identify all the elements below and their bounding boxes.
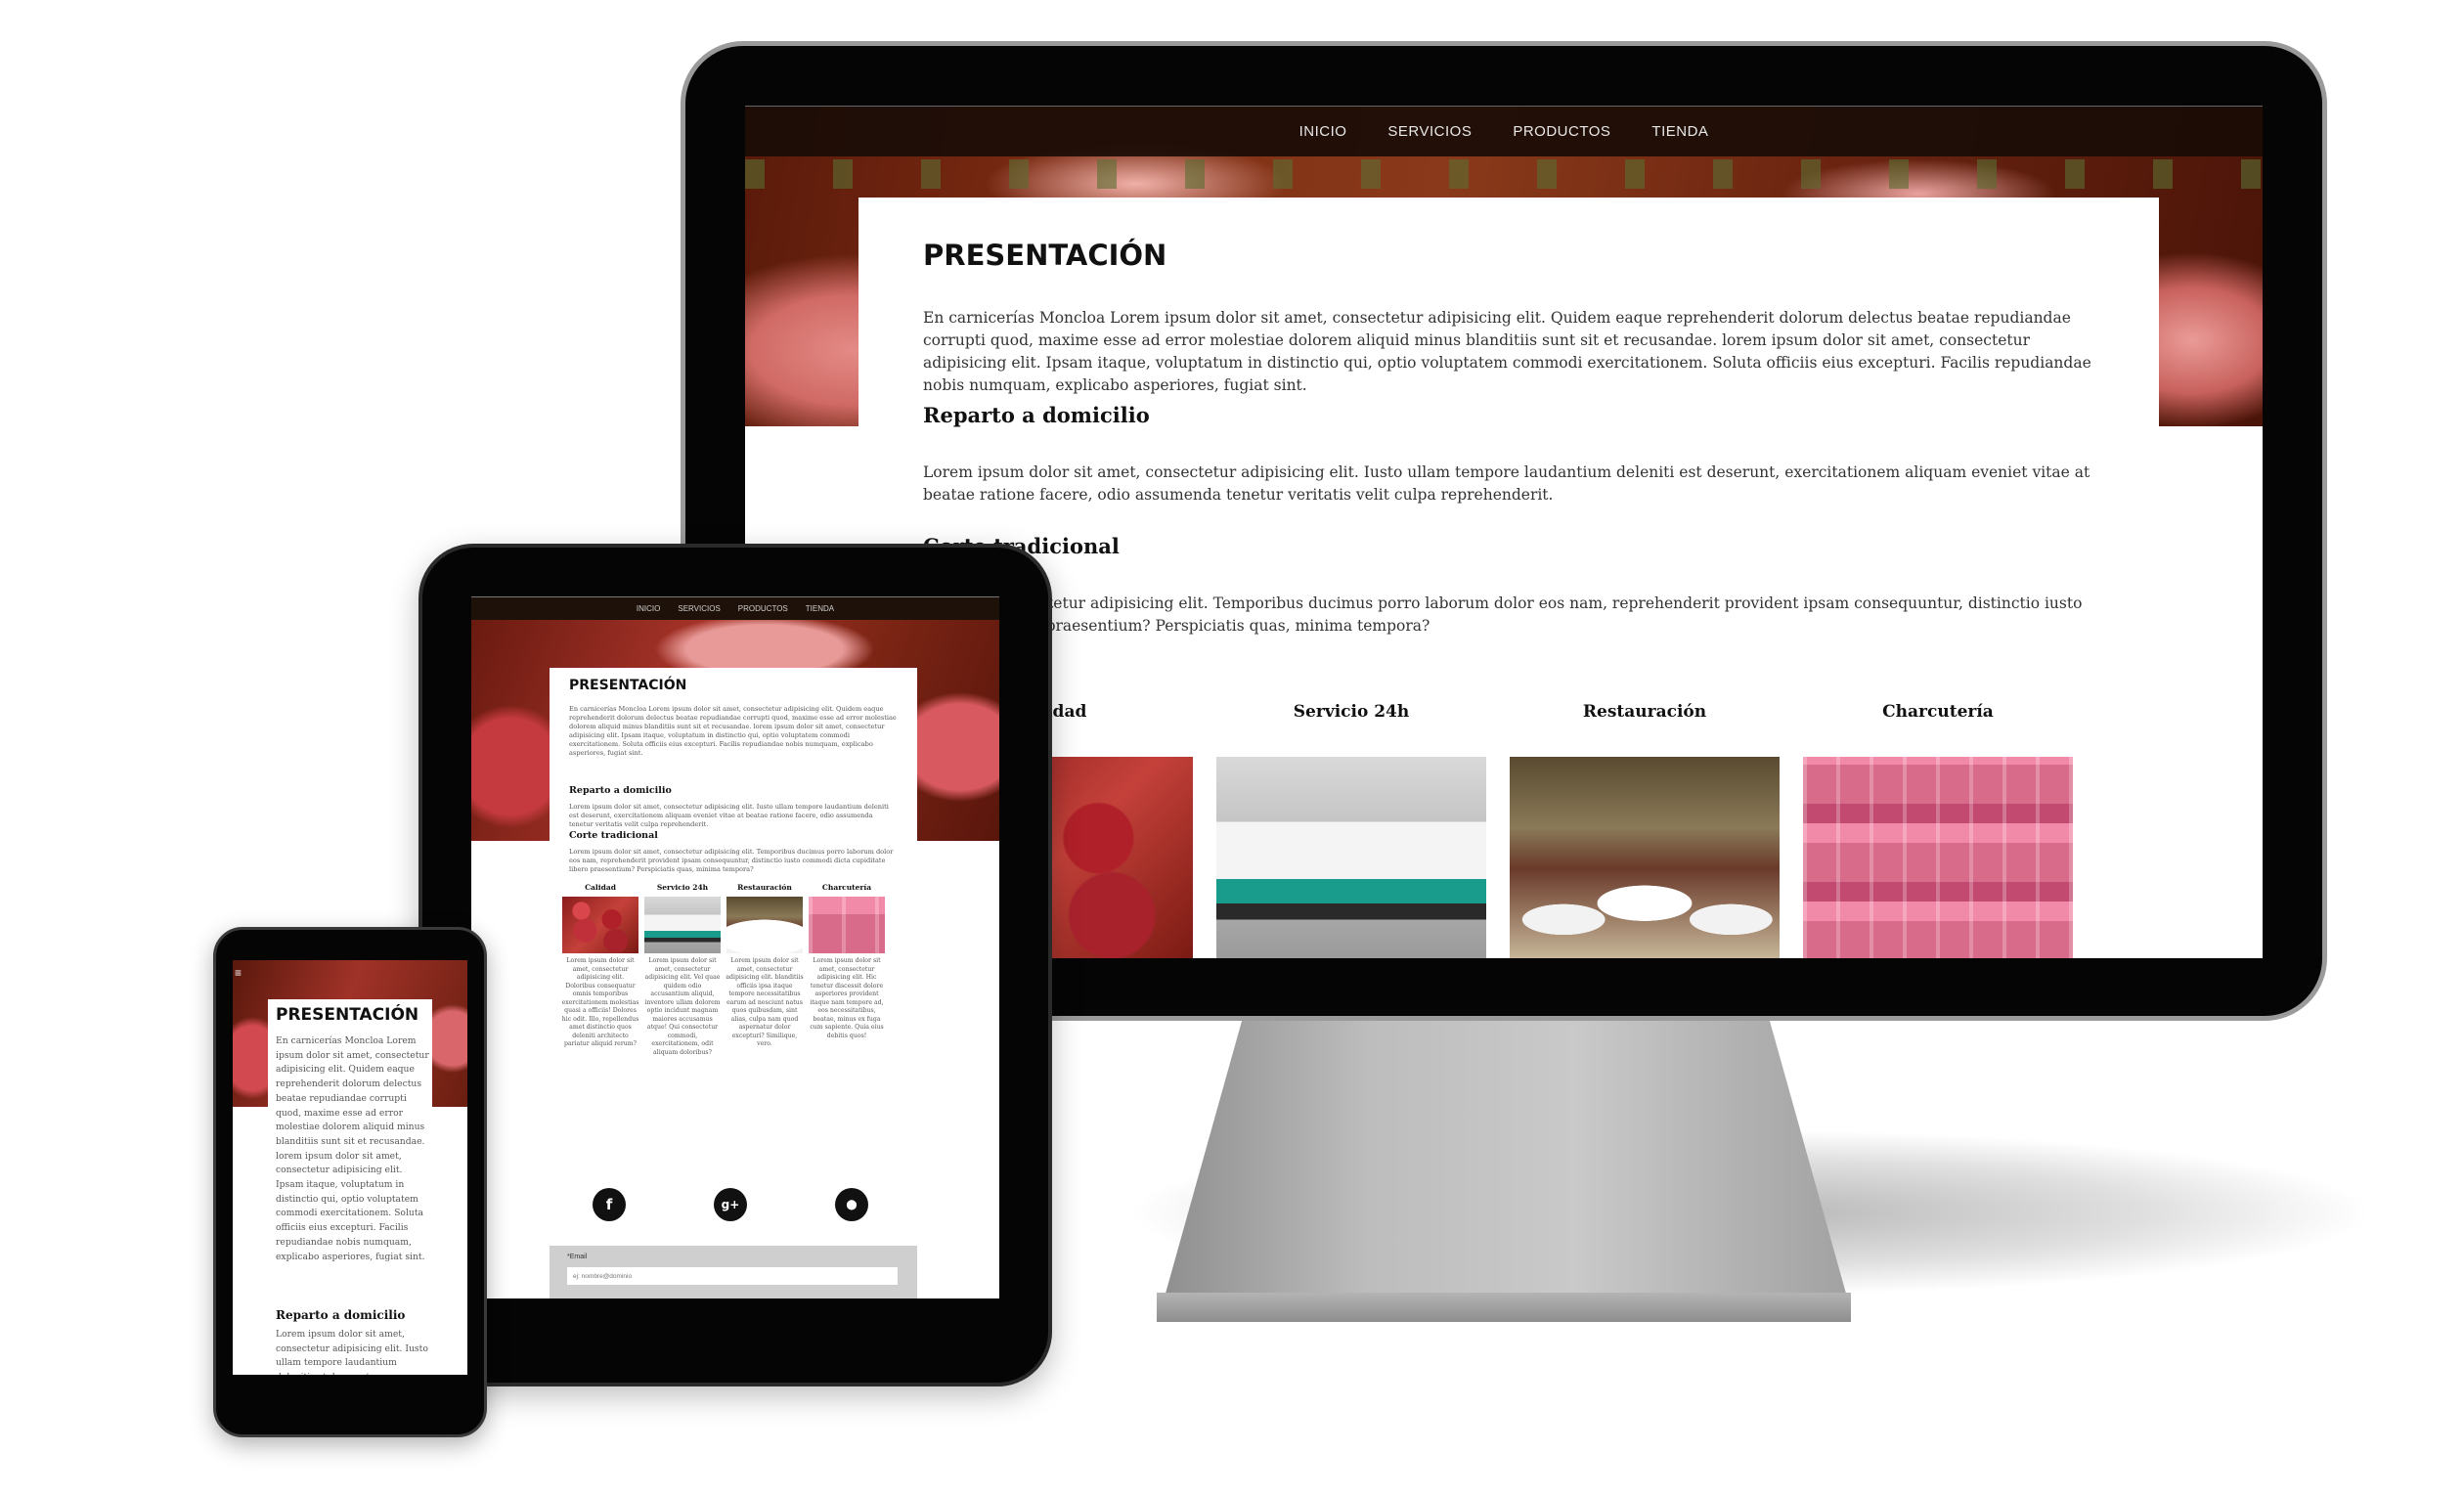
tablet-service-image-restaurant[interactable]	[726, 897, 803, 953]
tablet-reparto-text: Lorem ipsum dolor sit amet, consectetur …	[569, 803, 889, 828]
tablet-service-title-charcuteria: Charcutería	[821, 883, 872, 892]
tablet-nav-inicio[interactable]: INICIO	[637, 604, 660, 613]
tablet-page-title: PRESENTACIÓN	[569, 678, 687, 693]
tablet-screen: INICIO SERVICIOS PRODUCTOS TIENDA PRESEN…	[471, 596, 999, 1298]
desktop-navbar: INICIO SERVICIOS PRODUCTOS TIENDA	[745, 106, 2263, 156]
corte-text: sit amet, consectetur adipisicing elit. …	[923, 594, 2083, 635]
nav-inicio[interactable]: INICIO	[1299, 123, 1347, 140]
phone-reparto-heading: Reparto a domicilio	[276, 1308, 406, 1322]
hero-herbs	[745, 159, 2263, 189]
tablet-corte-text: Lorem ipsum dolor sit amet, consectetur …	[569, 848, 894, 873]
reparto-heading: Reparto a domicilio	[923, 403, 1150, 427]
tablet-service-image-charcuteria[interactable]	[809, 897, 885, 953]
tablet-service-text-calidad: Lorem ipsum dolor sit amet, consectetur …	[561, 957, 639, 1047]
hamburger-menu-icon[interactable]: ≡	[235, 967, 248, 979]
service-title-charcuteria: Charcutería	[1882, 702, 1994, 722]
email-field[interactable]	[567, 1267, 898, 1285]
nav-servicios[interactable]: SERVICIOS	[1387, 123, 1472, 140]
newsletter-form: *Email	[550, 1246, 917, 1298]
tablet-service-title-servicio: Servicio 24h	[656, 883, 709, 892]
tablet-service-image-trucks[interactable]	[644, 897, 721, 953]
phone-intro-text: En carnicerías Moncloa Lorem ipsum dolor…	[276, 1035, 429, 1262]
desktop-content-card: PRESENTACIÓN En carnicerías Moncloa Lore…	[858, 198, 2159, 958]
tablet-nav-tienda[interactable]: TIENDA	[806, 604, 834, 613]
tablet-service-image-calidad[interactable]	[562, 897, 638, 953]
phone-reparto-text: Lorem ipsum dolor sit amet, consectetur …	[276, 1329, 428, 1375]
email-label: *Email	[567, 1254, 588, 1260]
nav-productos[interactable]: PRODUCTOS	[1513, 123, 1610, 140]
tablet-navbar: INICIO SERVICIOS PRODUCTOS TIENDA	[471, 596, 999, 620]
phone-page-title: PRESENTACIÓN	[276, 1005, 419, 1025]
monitor-stand-base	[1157, 1293, 1851, 1322]
tablet-corte-heading: Corte tradicional	[569, 830, 658, 841]
tablet-content-card: PRESENTACIÓN En carnicerías Moncloa Lore…	[550, 668, 917, 1298]
tablet-service-text-servicio: Lorem ipsum dolor sit amet, consectetur …	[644, 957, 721, 1056]
tablet-nav-productos[interactable]: PRODUCTOS	[738, 604, 788, 613]
intro-text: En carnicerías Moncloa Lorem ipsum dolor…	[923, 309, 2091, 394]
page-title: PRESENTACIÓN	[923, 239, 1167, 272]
service-image-trucks[interactable]	[1216, 757, 1486, 958]
google-plus-icon[interactable]: g+	[714, 1188, 747, 1221]
phone-screen: ≡ PRESENTACIÓN En carnicerías Moncloa Lo…	[233, 960, 467, 1375]
tablet-service-title-calidad: Calidad	[585, 883, 616, 892]
service-image-charcuteria[interactable]	[1803, 757, 2073, 958]
reparto-text: Lorem ipsum dolor sit amet, consectetur …	[923, 463, 2090, 504]
tablet-intro-text: En carnicerías Moncloa Lorem ipsum dolor…	[569, 705, 897, 757]
tablet-reparto-heading: Reparto a domicilio	[569, 785, 672, 796]
service-title-restauracion: Restauración	[1582, 702, 1707, 722]
tablet-nav-servicios[interactable]: SERVICIOS	[678, 604, 720, 613]
tablet-service-text-restauracion: Lorem ipsum dolor sit amet, consectetur …	[726, 957, 804, 1047]
service-image-restaurant[interactable]	[1510, 757, 1780, 958]
location-pin-icon[interactable]: ⬤	[835, 1188, 868, 1221]
tablet-service-text-charcuteria: Lorem ipsum dolor sit amet, consectetur …	[810, 957, 884, 1039]
nav-tienda[interactable]: TIENDA	[1651, 123, 1708, 140]
service-title-servicio: Servicio 24h	[1293, 702, 1410, 722]
tablet-service-title-restauracion: Restauración	[737, 883, 792, 892]
phone-content-card: PRESENTACIÓN En carnicerías Moncloa Lore…	[268, 999, 432, 1375]
facebook-icon[interactable]: f	[593, 1188, 626, 1221]
monitor-stand	[1164, 1007, 1848, 1300]
